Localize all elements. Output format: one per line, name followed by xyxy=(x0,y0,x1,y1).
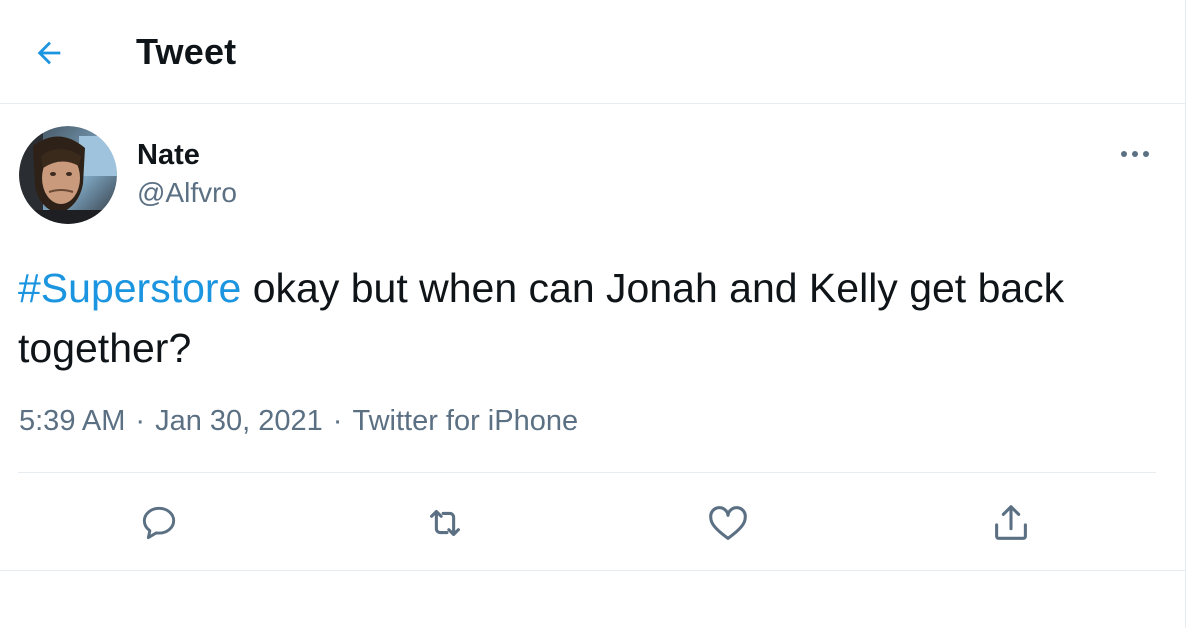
divider xyxy=(0,570,1186,571)
share-button[interactable] xyxy=(986,498,1036,548)
share-icon xyxy=(995,505,1027,540)
more-options-button[interactable] xyxy=(1112,136,1158,172)
profile-photo xyxy=(19,126,117,224)
tweet-text: #Superstore okay but when can Jonah and … xyxy=(18,258,1168,378)
tweet-time[interactable]: 5:39 AM xyxy=(19,405,125,438)
meta-separator: · xyxy=(135,405,146,437)
like-button[interactable] xyxy=(703,498,753,548)
avatar[interactable] xyxy=(19,126,117,224)
retweet-button[interactable] xyxy=(420,498,470,548)
reply-icon xyxy=(142,506,176,540)
page-title: Tweet xyxy=(136,31,237,72)
retweet-icon xyxy=(430,509,460,537)
tweet-meta: 5:39 AM · Jan 30, 2021 · Twitter for iPhone xyxy=(19,405,578,438)
hashtag-link[interactable]: #Superstore xyxy=(18,265,241,311)
tweet-column: Tweet Nate @Alfvro #Superstore okay but … xyxy=(0,0,1186,628)
tweet-date[interactable]: Jan 30, 2021 xyxy=(155,405,323,438)
reply-button[interactable] xyxy=(134,498,184,548)
meta-separator: · xyxy=(332,405,343,437)
author-display-name[interactable]: Nate xyxy=(137,139,200,172)
tweet-source[interactable]: Twitter for iPhone xyxy=(352,405,578,438)
arrow-left-icon xyxy=(37,41,61,65)
more-horizontal-icon xyxy=(1121,151,1149,157)
back-button[interactable] xyxy=(26,30,72,76)
author-handle[interactable]: @Alfvro xyxy=(137,177,237,209)
like-icon xyxy=(709,506,747,540)
header-bar: Tweet xyxy=(0,0,1186,104)
action-bar xyxy=(0,473,1186,570)
